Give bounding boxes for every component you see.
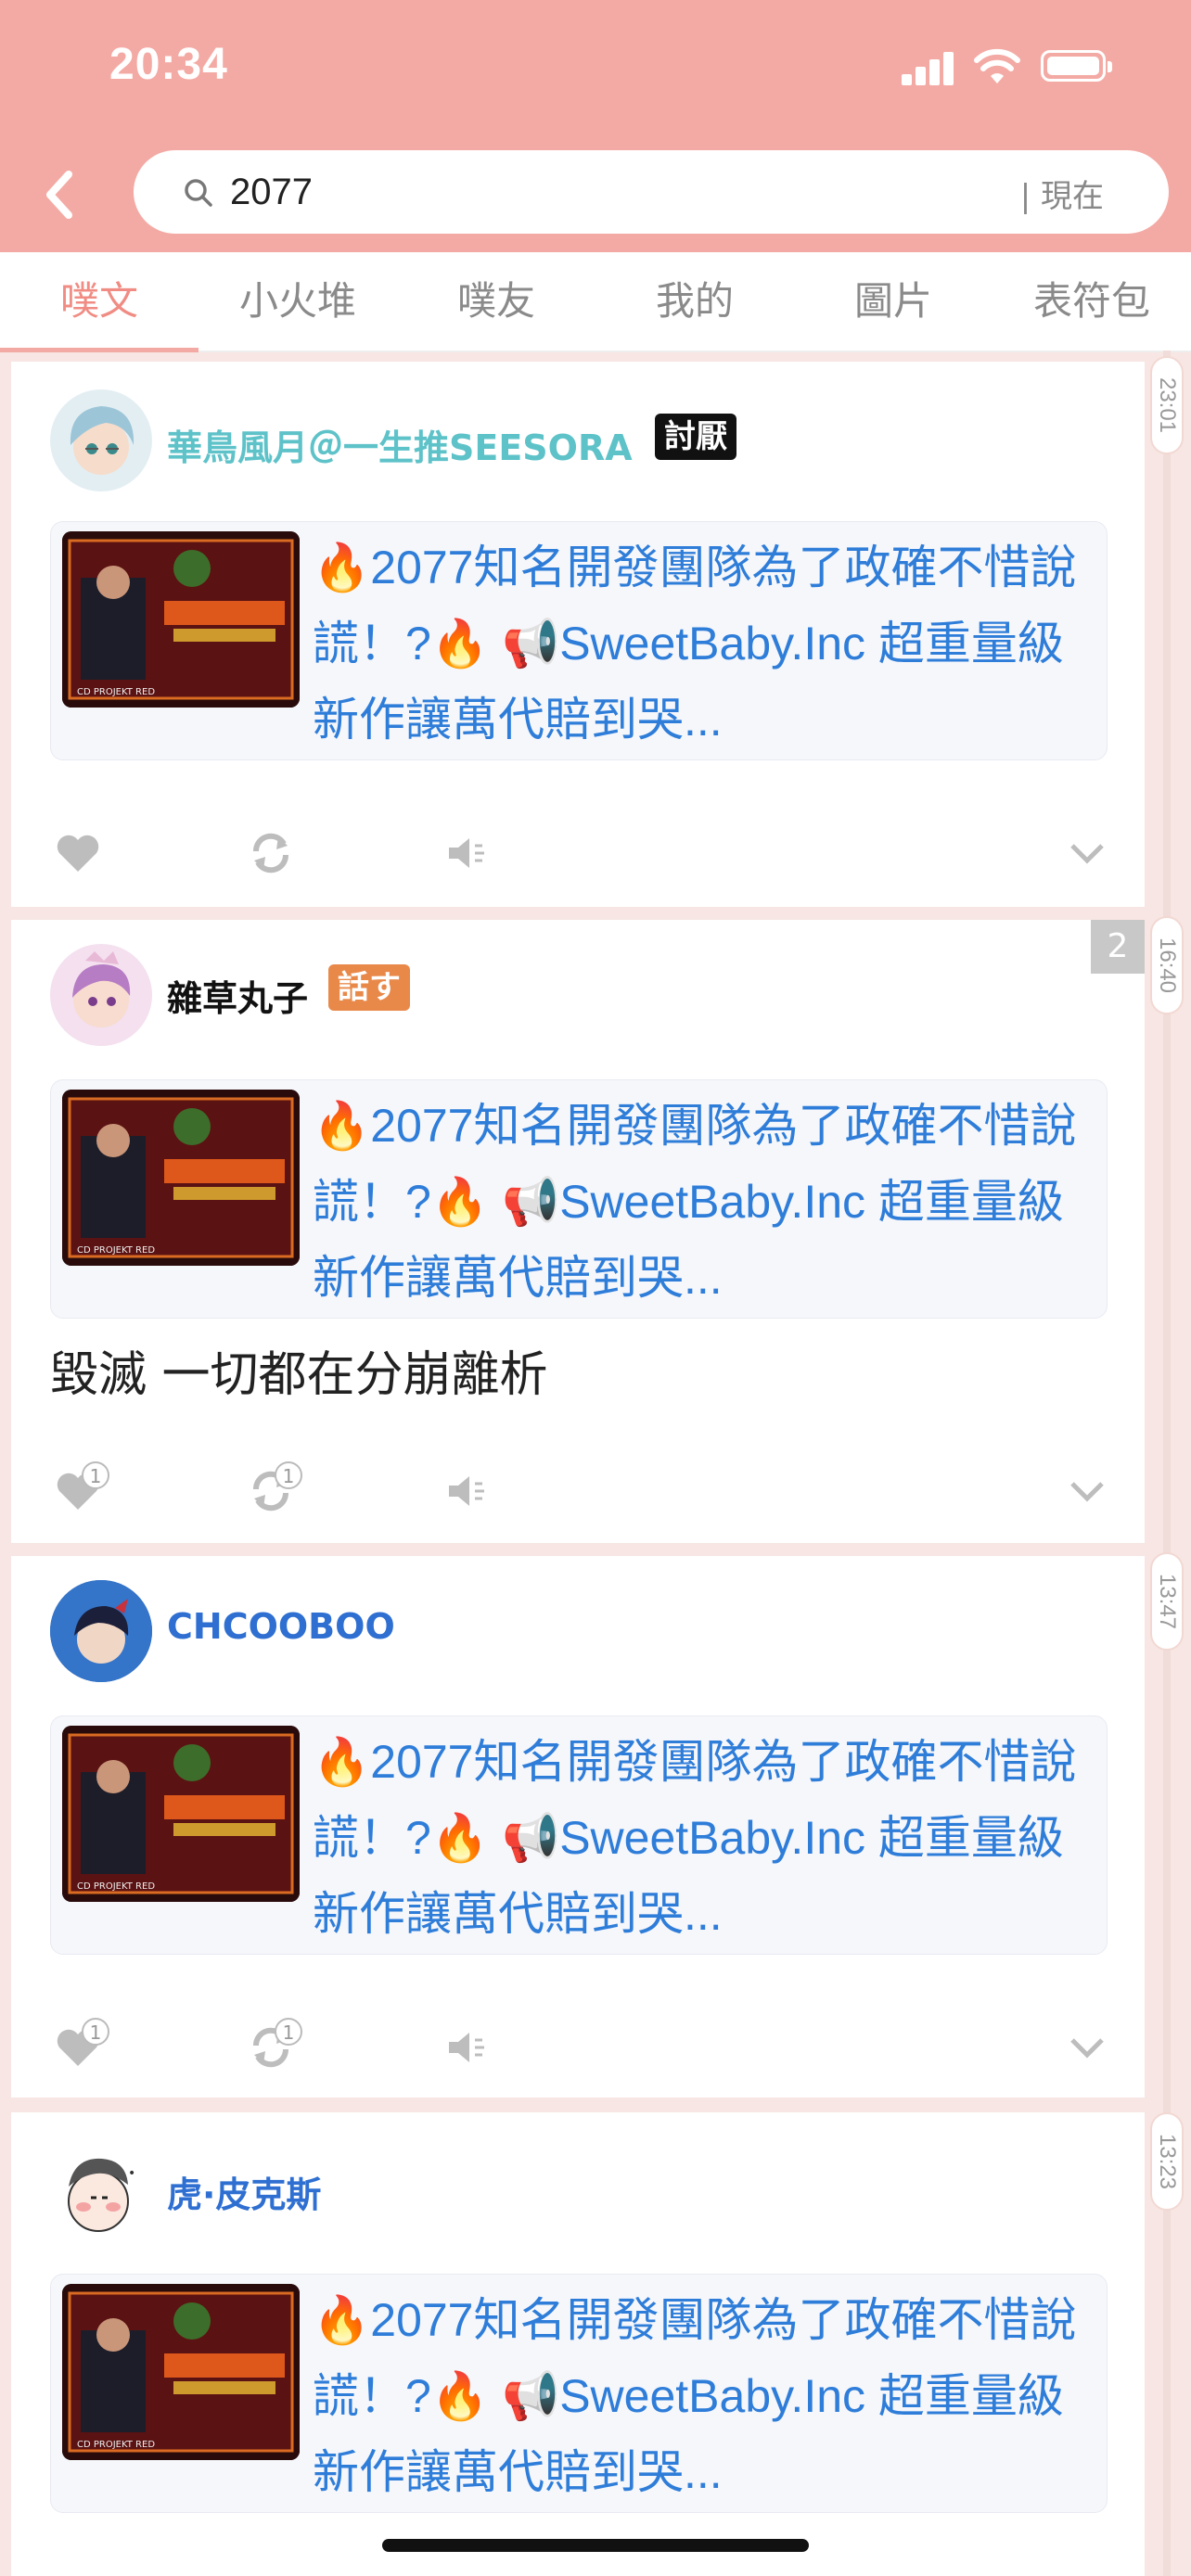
expand-chevron-icon[interactable] bbox=[1059, 2020, 1115, 2075]
tab-emoticons[interactable]: 表符包 bbox=[992, 252, 1191, 351]
mute-icon[interactable] bbox=[438, 1463, 493, 1519]
svg-text:CD PROJEKT RED: CD PROJEKT RED bbox=[77, 2440, 155, 2450]
qualifier-badge: 討厭 bbox=[655, 414, 736, 460]
avatar[interactable]: • bbox=[50, 2140, 152, 2242]
back-chevron-icon[interactable] bbox=[41, 167, 78, 223]
timestamp-marker: 13:23 bbox=[1150, 2112, 1184, 2211]
svg-text:CD PROJEKT RED: CD PROJEKT RED bbox=[77, 1881, 155, 1892]
expand-chevron-icon[interactable] bbox=[1059, 1463, 1115, 1519]
search-bar: | 現在 bbox=[134, 150, 1169, 234]
header: 20:34 | 現在 bbox=[0, 0, 1191, 252]
link-title: 🔥2077知名開發團隊為了政確不惜說謊！?🔥 📢SweetBaby.Inc 超重… bbox=[313, 1100, 1077, 1304]
mute-icon[interactable] bbox=[438, 825, 493, 881]
like-count: 1 bbox=[82, 1461, 109, 1489]
avatar[interactable] bbox=[50, 944, 152, 1046]
timestamp-marker: 23:01 bbox=[1150, 356, 1184, 454]
link-preview[interactable]: CD PROJEKT RED 🔥2077知名開發團隊為了政確不惜說謊！?🔥 📢S… bbox=[50, 2274, 1108, 2513]
post-content: 毀滅 一切都在分崩離析 bbox=[50, 1347, 548, 1403]
search-icon bbox=[185, 179, 212, 207]
search-scope-selector[interactable]: | 現在 bbox=[1020, 171, 1104, 216]
post-card[interactable]: • 虎·皮克斯 CD PROJEKT RED 🔥2077知名開發團隊為了政確不惜… bbox=[11, 2112, 1145, 2576]
qualifier-badge: 話す bbox=[328, 964, 410, 1011]
search-input[interactable] bbox=[230, 165, 991, 219]
link-preview[interactable]: CD PROJEKT RED 🔥2077知名開發團隊為了政確不惜說謊！?🔥 📢S… bbox=[50, 1715, 1108, 1955]
expand-chevron-icon[interactable] bbox=[1059, 825, 1115, 881]
svg-text:•: • bbox=[128, 2166, 135, 2181]
battery-icon bbox=[1041, 50, 1112, 82]
like-count: 1 bbox=[82, 2018, 109, 2046]
link-thumbnail: CD PROJEKT RED bbox=[62, 2284, 300, 2460]
replurk-button[interactable]: 1 bbox=[243, 1461, 302, 1519]
replurk-count: 1 bbox=[275, 1461, 302, 1489]
like-button[interactable]: 1 bbox=[50, 1461, 109, 1519]
home-indicator bbox=[382, 2539, 809, 2552]
avatar[interactable] bbox=[50, 389, 152, 491]
tab-bar: 噗文 小火堆 噗友 我的 圖片 表符包 bbox=[0, 252, 1191, 352]
replurk-icon[interactable] bbox=[243, 825, 299, 881]
link-thumbnail: CD PROJEKT RED bbox=[62, 1726, 300, 1902]
post-actions bbox=[11, 825, 1145, 881]
svg-text:CD PROJEKT RED: CD PROJEKT RED bbox=[77, 687, 155, 697]
post-card[interactable]: 華鳥風月＠一生推SEESORA 討厭 CD PROJEKT RED 🔥2077知… bbox=[11, 362, 1145, 907]
replurk-button[interactable]: 1 bbox=[243, 2018, 302, 2075]
like-button[interactable]: 1 bbox=[50, 2018, 109, 2075]
link-title: 🔥2077知名開發團隊為了政確不惜說謊！?🔥 📢SweetBaby.Inc 超重… bbox=[313, 1736, 1077, 1940]
timestamp-marker: 13:47 bbox=[1150, 1552, 1184, 1651]
tab-mine[interactable]: 我的 bbox=[596, 252, 794, 351]
timeline-rail bbox=[1163, 351, 1171, 2576]
tab-campfire[interactable]: 小火堆 bbox=[198, 252, 397, 351]
mute-icon[interactable] bbox=[438, 2020, 493, 2075]
post-actions: 1 1 bbox=[11, 1461, 1145, 1519]
unread-count-badge: 2 bbox=[1091, 920, 1145, 974]
link-title: 🔥2077知名開發團隊為了政確不惜說謊！?🔥 📢SweetBaby.Inc 超重… bbox=[313, 2294, 1077, 2498]
cellular-signal-icon bbox=[902, 52, 957, 85]
link-title: 🔥2077知名開發團隊為了政確不惜說謊！?🔥 📢SweetBaby.Inc 超重… bbox=[313, 542, 1077, 746]
tab-images[interactable]: 圖片 bbox=[794, 252, 992, 351]
post-actions: 1 1 bbox=[11, 2018, 1145, 2075]
username[interactable]: 雜草丸子 bbox=[167, 970, 308, 1021]
wifi-icon bbox=[974, 48, 1020, 83]
tab-plurks[interactable]: 噗文 bbox=[0, 252, 198, 351]
link-thumbnail: CD PROJEKT RED bbox=[62, 531, 300, 708]
heart-icon[interactable] bbox=[50, 825, 106, 881]
username[interactable]: 虎·皮克斯 bbox=[167, 2166, 321, 2217]
svg-text:CD PROJEKT RED: CD PROJEKT RED bbox=[77, 1245, 155, 1256]
post-card[interactable]: CHCOOBOO CD PROJEKT RED 🔥2077知名開發團隊為了政確不… bbox=[11, 1556, 1145, 2098]
post-card[interactable]: 雜草丸子 話す 2 CD PROJEKT RED 🔥2077知名開發團隊為了政確… bbox=[11, 920, 1145, 1543]
link-thumbnail: CD PROJEKT RED bbox=[62, 1090, 300, 1266]
link-preview[interactable]: CD PROJEKT RED 🔥2077知名開發團隊為了政確不惜說謊！?🔥 📢S… bbox=[50, 521, 1108, 760]
username[interactable]: 華鳥風月＠一生推SEESORA bbox=[167, 419, 633, 470]
active-tab-indicator bbox=[0, 348, 198, 352]
status-time: 20:34 bbox=[109, 40, 228, 89]
replurk-count: 1 bbox=[275, 2018, 302, 2046]
tab-friends[interactable]: 噗友 bbox=[397, 252, 596, 351]
link-preview[interactable]: CD PROJEKT RED 🔥2077知名開發團隊為了政確不惜說謊！?🔥 📢S… bbox=[50, 1079, 1108, 1319]
avatar[interactable] bbox=[50, 1580, 152, 1682]
username[interactable]: CHCOOBOO bbox=[167, 1606, 395, 1647]
timestamp-marker: 16:40 bbox=[1150, 916, 1184, 1014]
